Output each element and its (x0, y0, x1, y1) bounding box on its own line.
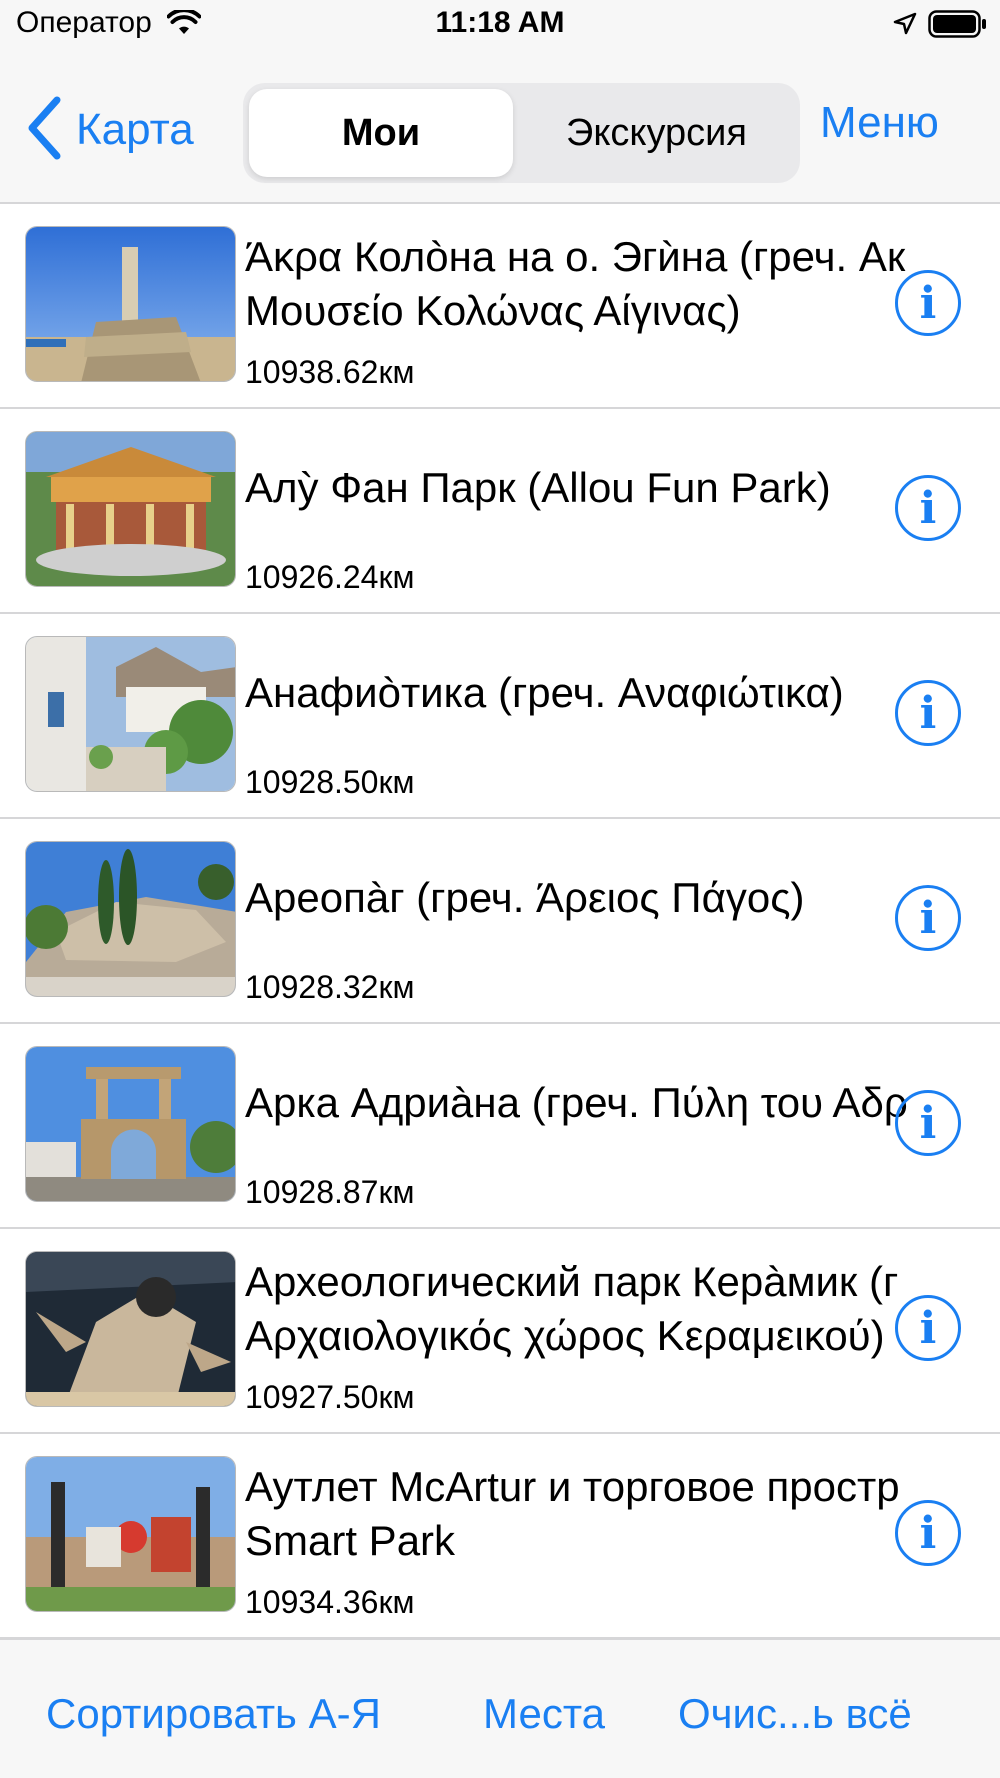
place-thumbnail (25, 226, 236, 382)
places-button[interactable]: Места (483, 1690, 605, 1738)
info-circle-icon: i (919, 1302, 937, 1354)
info-button[interactable]: i (895, 1090, 961, 1156)
place-title: Аутлет McArtur и торговое простр Smart P… (245, 1460, 1000, 1568)
location-arrow-icon (893, 12, 917, 41)
place-title-line: Αρχαιολογικός χώρος Κεραμεικού) (245, 1312, 885, 1359)
place-title-line: Анафиòтика (греч. Αναφιώτικα) (245, 669, 844, 716)
place-title: Арка Адриàна (греч. Πύλη του Αδρ (245, 1076, 1000, 1130)
battery-icon (928, 10, 988, 43)
info-circle-icon: i (919, 1097, 937, 1149)
info-button[interactable]: i (895, 270, 961, 336)
place-thumbnail (25, 1046, 236, 1202)
back-button-label: Карта (76, 105, 194, 154)
place-distance: 10928.32км (245, 969, 415, 1005)
menu-button[interactable]: Меню (820, 98, 939, 148)
list-item[interactable]: Археологический парк Керàмик (г Αρχαιολο… (0, 1229, 1000, 1434)
place-title-line: Алỳ Фан Парк (Allou Fun Park) (245, 464, 831, 511)
place-title: Άκρα Колòна на о. Эгѝна (греч. Ак Μουσεί… (245, 230, 1000, 338)
list-item[interactable]: Анафиòтика (греч. Αναφιώτικα) 10928.50км… (0, 614, 1000, 819)
place-title-line: Арка Адриàна (греч. Πύλη του Αδρ (245, 1079, 908, 1126)
place-distance: 10934.36км (245, 1584, 415, 1620)
info-circle-icon: i (919, 892, 937, 944)
info-button[interactable]: i (895, 680, 961, 746)
segment-excursion[interactable]: Экскурсия (519, 89, 794, 177)
list-item[interactable]: Аутлет McArtur и торговое простр Smart P… (0, 1434, 1000, 1638)
chevron-left-icon (24, 96, 64, 165)
place-distance: 10926.24км (245, 559, 415, 595)
place-thumbnail (25, 841, 236, 997)
place-title-line: Археологический парк Керàмик (г (245, 1258, 899, 1305)
list-item[interactable]: Арка Адриàна (греч. Πύλη του Αδρ 10928.8… (0, 1024, 1000, 1229)
navigation-bar: Карта Мои Экскурсия Меню (0, 48, 1000, 204)
list-item[interactable]: Ареопàг (греч. Άρειος Πάγος) 10928.32км … (0, 819, 1000, 1024)
info-button[interactable]: i (895, 475, 961, 541)
status-bar: Оператор 11:18 AM (0, 0, 1000, 48)
places-list: Άκρα Колòна на о. Эгѝна (греч. Ак Μουσεί… (0, 204, 1000, 1638)
segmented-control: Мои Экскурсия (243, 83, 800, 183)
place-title: Алỳ Фан Парк (Allou Fun Park) (245, 461, 1000, 515)
place-distance: 10938.62км (245, 354, 415, 390)
info-button[interactable]: i (895, 1295, 961, 1361)
clear-all-button[interactable]: Очис...ь всё (678, 1690, 912, 1738)
place-thumbnail (25, 431, 236, 587)
info-button[interactable]: i (895, 1500, 961, 1566)
info-circle-icon: i (919, 277, 937, 329)
back-button[interactable]: Карта (24, 96, 194, 160)
place-title: Анафиòтика (греч. Αναφιώτικα) (245, 666, 1000, 720)
clock: 11:18 AM (435, 6, 565, 39)
place-title-line: Smart Park (245, 1517, 456, 1564)
list-item[interactable]: Άκρα Колòна на о. Эгѝна (греч. Ак Μουσεί… (0, 204, 1000, 409)
place-thumbnail (25, 636, 236, 792)
list-item[interactable]: Алỳ Фан Парк (Allou Fun Park) 10926.24км… (0, 409, 1000, 614)
info-button[interactable]: i (895, 885, 961, 951)
info-circle-icon: i (919, 1507, 937, 1559)
place-thumbnail (25, 1456, 236, 1612)
place-distance: 10928.50км (245, 764, 415, 800)
segment-mine[interactable]: Мои (249, 89, 513, 177)
place-title: Археологический парк Керàмик (г Αρχαιολο… (245, 1255, 1000, 1363)
info-circle-icon: i (919, 687, 937, 739)
place-title: Ареопàг (греч. Άρειος Πάγος) (245, 871, 1000, 925)
sort-button[interactable]: Сортировать А-Я (46, 1690, 381, 1738)
place-title-line: Μουσείο Κολώνας Αίγινας) (245, 287, 741, 334)
info-circle-icon: i (919, 482, 937, 534)
place-title-line: Ареопàг (греч. Άρειος Πάγος) (245, 874, 805, 921)
app-screen: Оператор 11:18 AM Карта Мои Экскурсия Ме… (0, 0, 1000, 1778)
place-distance: 10927.50км (245, 1379, 415, 1415)
place-title-line: Аутлет McArtur и торговое простр (245, 1463, 900, 1510)
place-distance: 10928.87км (245, 1174, 415, 1210)
place-thumbnail (25, 1251, 236, 1407)
bottom-toolbar: Сортировать А-Я Места Очис...ь всё (0, 1638, 1000, 1778)
place-title-line: Άκρα Колòна на о. Эгѝна (греч. Ак (245, 233, 906, 280)
